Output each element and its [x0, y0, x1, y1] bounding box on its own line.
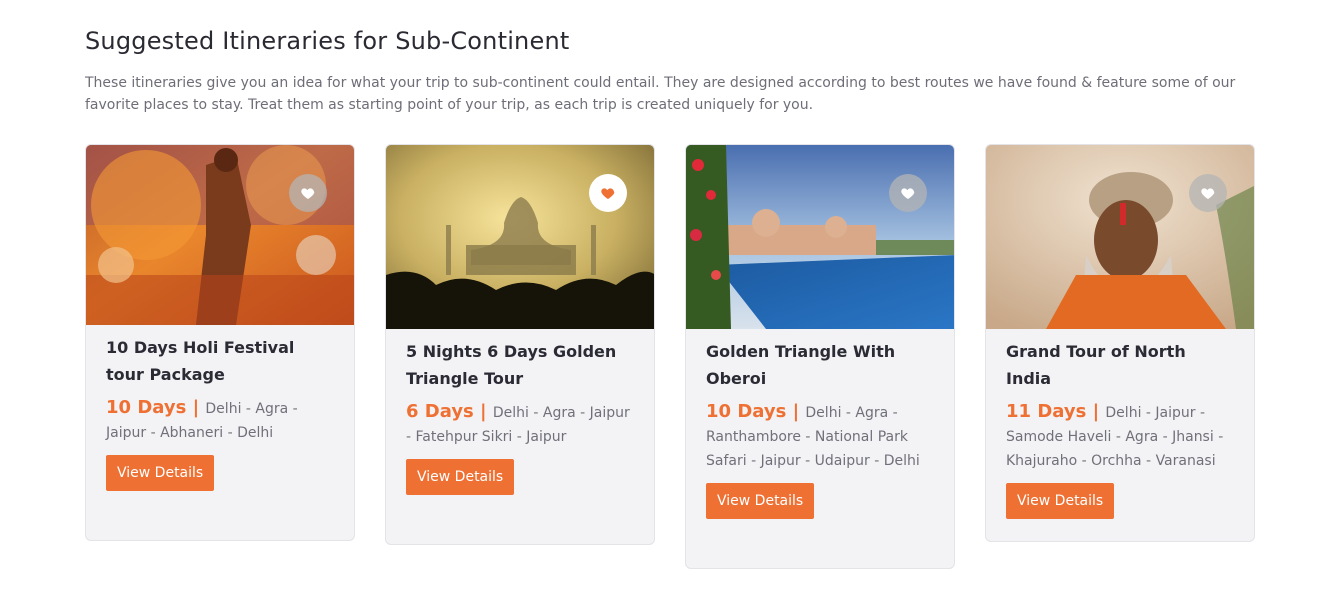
card-image-sadhu[interactable] — [986, 145, 1254, 329]
card-title[interactable]: Golden Triangle With Oberoi — [706, 338, 936, 392]
card-body: 5 Nights 6 Days Golden Triangle Tour 6 D… — [406, 338, 636, 495]
itinerary-card[interactable]: 10 Days Holi Festival tour Package 10 Da… — [85, 144, 355, 541]
card-meta: 11 Days | Delhi - Jaipur - Samode Haveli… — [1006, 400, 1236, 473]
view-details-button[interactable]: View Details — [106, 455, 215, 491]
card-title[interactable]: 5 Nights 6 Days Golden Triangle Tour — [406, 338, 636, 392]
card-meta: 10 Days | Delhi - Agra - Jaipur - Abhane… — [106, 396, 336, 445]
itinerary-card[interactable]: Golden Triangle With Oberoi 10 Days | De… — [685, 144, 955, 569]
heart-icon — [301, 188, 315, 199]
view-details-button[interactable]: View Details — [1006, 483, 1115, 519]
card-duration: 10 Days — [706, 401, 787, 422]
favorite-button[interactable] — [1189, 174, 1227, 212]
favorite-button[interactable] — [889, 174, 927, 212]
card-body: 10 Days Holi Festival tour Package 10 Da… — [106, 334, 336, 491]
card-duration: 6 Days — [406, 401, 474, 422]
itinerary-card[interactable]: Grand Tour of North India 11 Days | Delh… — [985, 144, 1255, 542]
card-image-oberoi[interactable] — [686, 145, 954, 329]
section-title: Suggested Itineraries for Sub-Continent — [85, 27, 570, 55]
view-details-button[interactable]: View Details — [706, 483, 815, 519]
heart-icon — [901, 188, 915, 199]
separator: | — [786, 401, 806, 422]
view-details-button[interactable]: View Details — [406, 459, 515, 495]
heart-icon — [601, 188, 615, 199]
card-body: Golden Triangle With Oberoi 10 Days | De… — [706, 338, 936, 519]
heart-icon — [1201, 188, 1215, 199]
itinerary-card[interactable]: 5 Nights 6 Days Golden Triangle Tour 6 D… — [385, 144, 655, 545]
favorite-button[interactable] — [289, 174, 327, 212]
section-description: These itineraries give you an idea for w… — [85, 75, 1236, 113]
card-meta: 10 Days | Delhi - Agra - Ranthambore - N… — [706, 400, 936, 473]
card-duration: 10 Days — [106, 397, 187, 418]
separator: | — [473, 401, 493, 422]
card-image-holi[interactable] — [86, 145, 354, 325]
card-body: Grand Tour of North India 11 Days | Delh… — [1006, 338, 1236, 519]
separator: | — [1086, 401, 1106, 422]
separator: | — [186, 397, 206, 418]
card-title[interactable]: Grand Tour of North India — [1006, 338, 1236, 392]
favorite-button[interactable] — [589, 174, 627, 212]
card-duration: 11 Days — [1006, 401, 1087, 422]
card-meta: 6 Days | Delhi - Agra - Jaipur - Fatehpu… — [406, 400, 636, 449]
card-image-taj-mahal[interactable] — [386, 145, 654, 329]
card-title[interactable]: 10 Days Holi Festival tour Package — [106, 334, 336, 388]
